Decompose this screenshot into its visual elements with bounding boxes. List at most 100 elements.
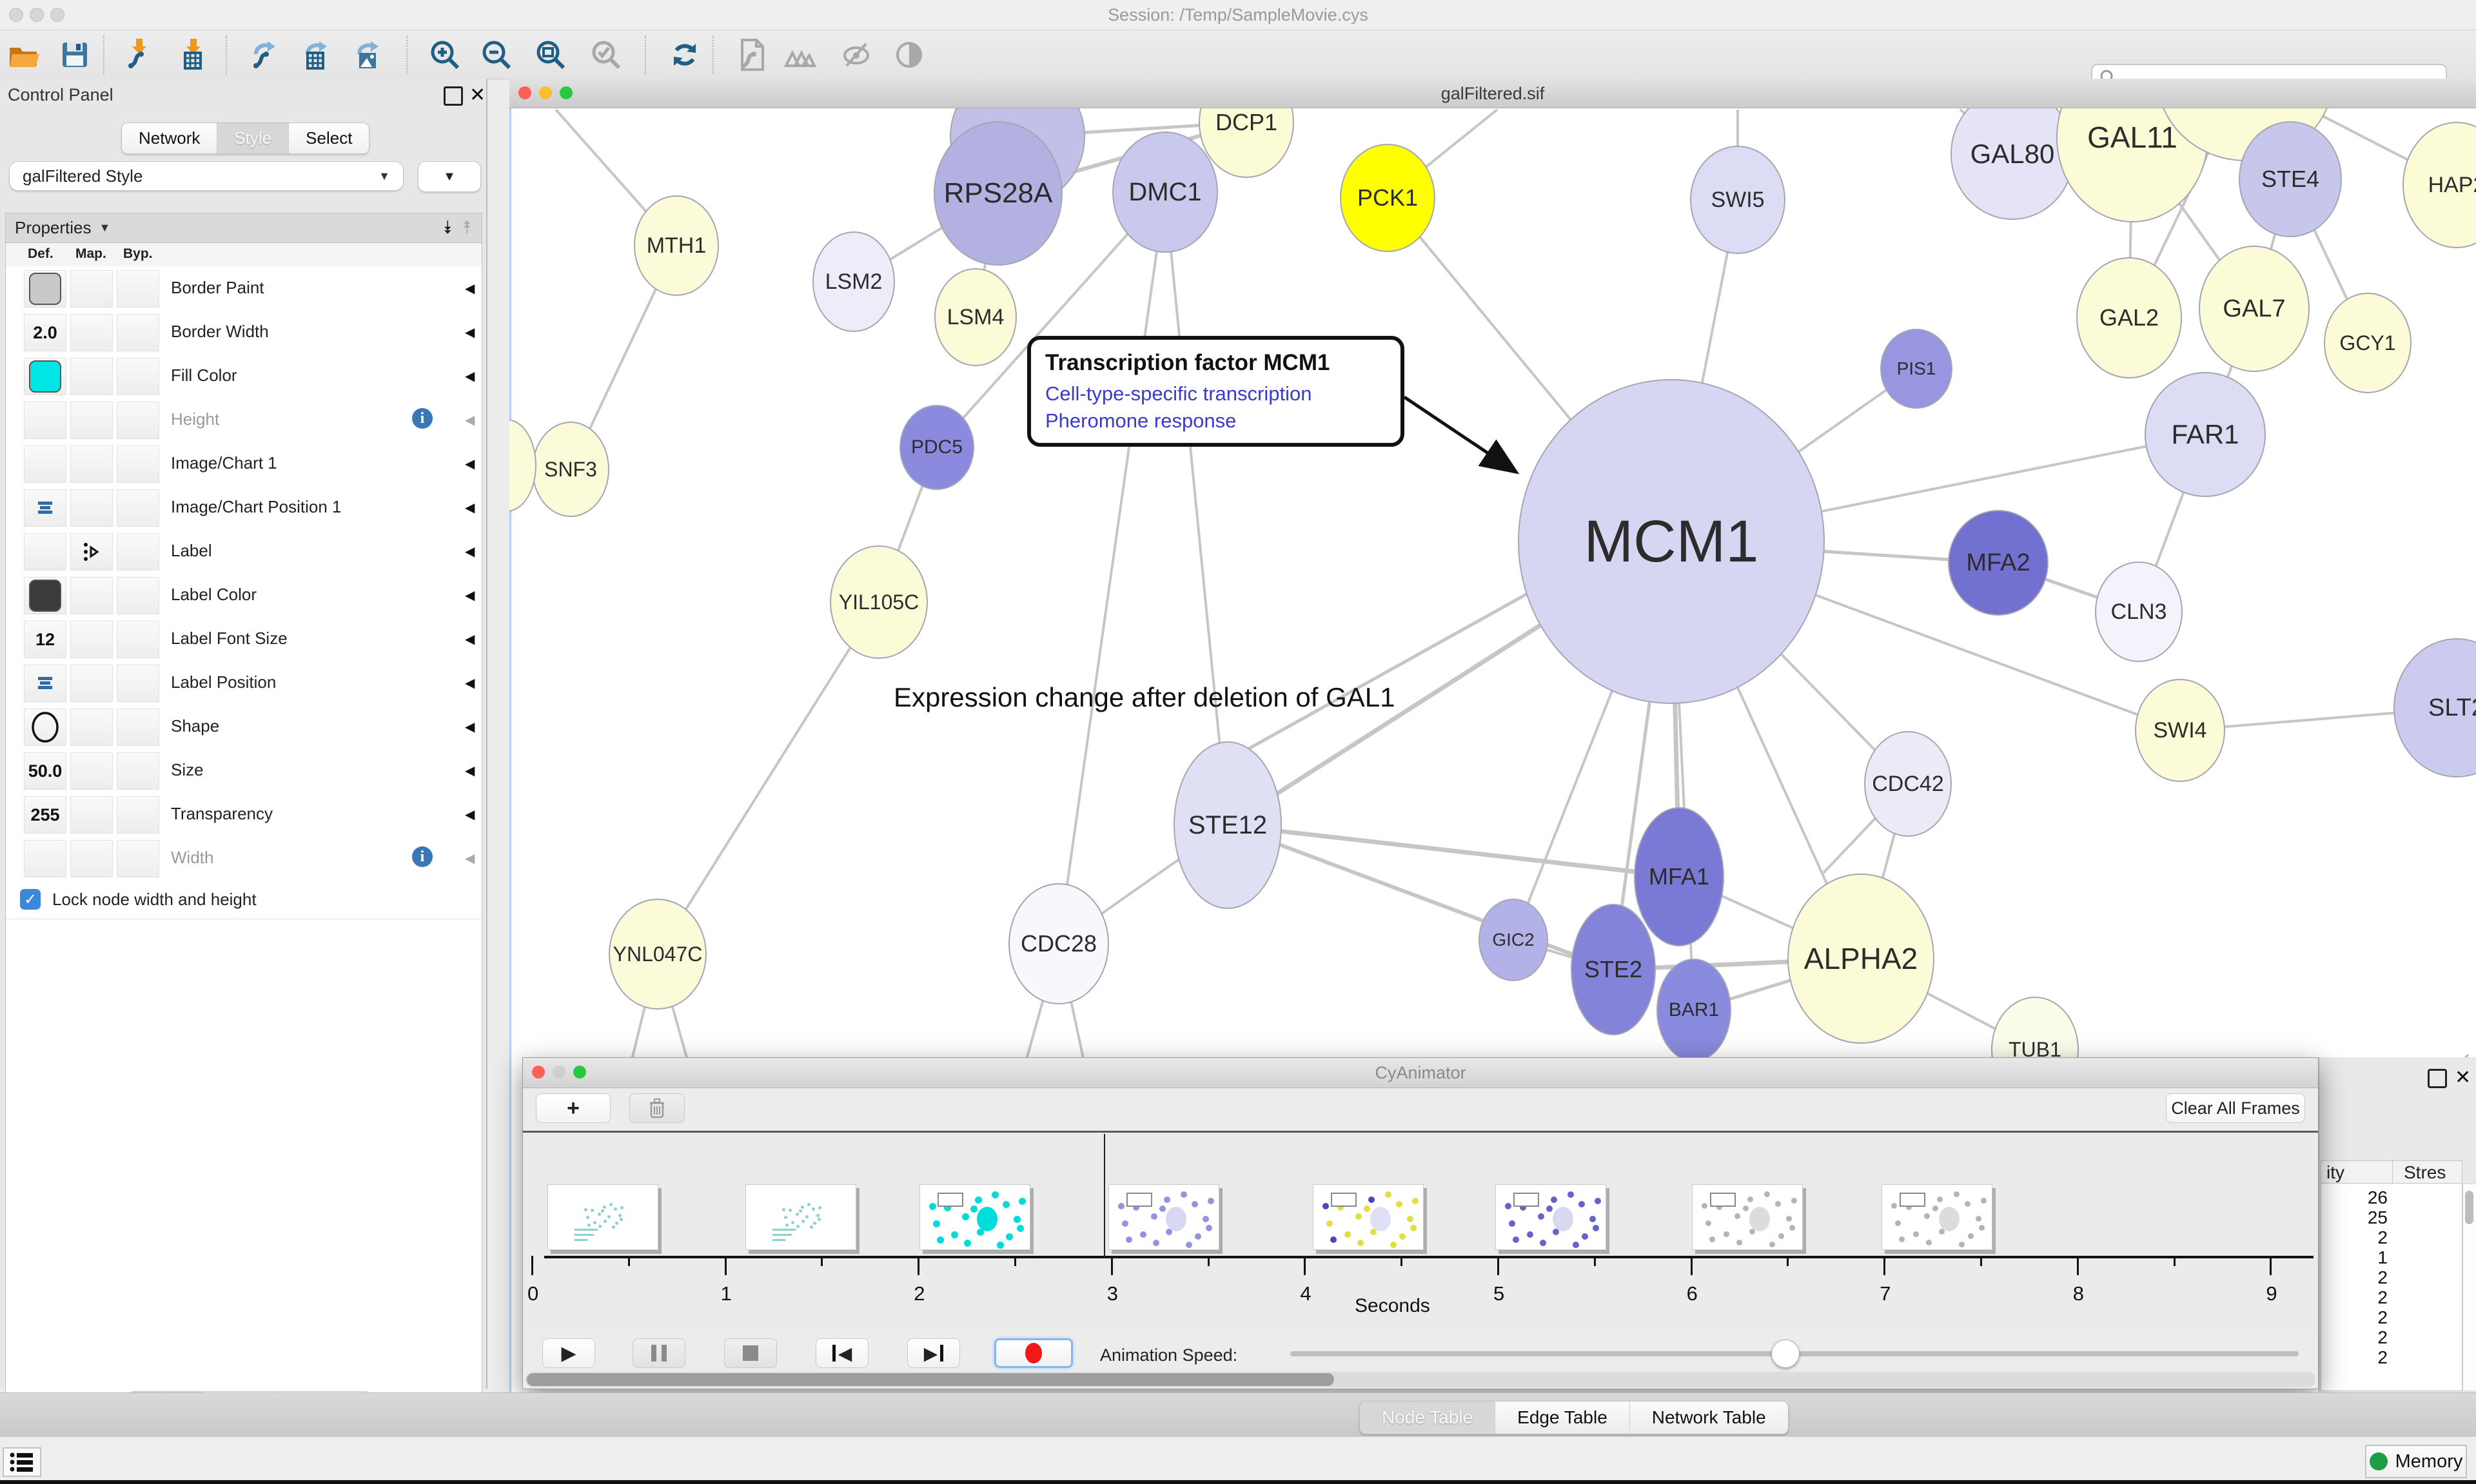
def-cell[interactable]: 50.0: [24, 752, 66, 790]
node-DMC1[interactable]: DMC1: [1112, 132, 1218, 253]
timeline-scrollbar[interactable]: [526, 1372, 2315, 1387]
network-titlebar[interactable]: galFiltered.sif: [509, 79, 2476, 108]
expand-row-icon[interactable]: ◀: [465, 324, 475, 340]
zoom-fit-icon[interactable]: [533, 37, 569, 73]
float-panel-icon[interactable]: [2428, 1069, 2447, 1088]
animation-speed-thumb[interactable]: [1771, 1340, 1800, 1368]
expand-row-icon[interactable]: ◀: [465, 456, 475, 472]
node-ALPHA2[interactable]: ALPHA2: [1787, 874, 1934, 1044]
property-row-fill-color[interactable]: Fill Color ◀: [6, 354, 482, 398]
property-row-label-font-size[interactable]: 12 Label Font Size ◀: [6, 617, 482, 661]
def-cell[interactable]: 12: [24, 621, 66, 658]
session-frames-icon[interactable]: [781, 37, 818, 73]
def-cell[interactable]: [24, 445, 66, 483]
skip-to-end-button[interactable]: ▶: [907, 1338, 960, 1368]
map-cell[interactable]: [70, 445, 113, 483]
frame-thumbnail-0[interactable]: [547, 1184, 658, 1250]
annotation-link[interactable]: Cell-type-specific transcription: [1045, 382, 1386, 405]
tab-node-table[interactable]: Node Table: [1360, 1401, 1495, 1434]
close-panel-icon[interactable]: ✕: [2455, 1066, 2471, 1089]
expand-row-icon[interactable]: ◀: [465, 543, 475, 560]
byp-cell[interactable]: [117, 665, 159, 702]
byp-cell[interactable]: [117, 796, 159, 834]
table-value[interactable]: 2: [2377, 1347, 2388, 1368]
node-MFA2[interactable]: MFA2: [1948, 510, 2049, 616]
def-cell[interactable]: [24, 270, 66, 308]
node-SWI4[interactable]: SWI4: [2135, 679, 2225, 782]
expand-row-icon[interactable]: ◀: [465, 500, 475, 516]
expand-row-icon[interactable]: ◀: [465, 587, 475, 603]
lock-size-row[interactable]: ✓ Lock node width and height: [6, 880, 482, 919]
node-CDC28[interactable]: CDC28: [1008, 883, 1109, 1004]
table-scrollbar-thumb[interactable]: [2465, 1191, 2473, 1224]
cyanimator-titlebar[interactable]: CyAnimator: [523, 1058, 2318, 1088]
table-value[interactable]: 2: [2377, 1307, 2388, 1328]
tab-style[interactable]: Style: [217, 123, 289, 153]
map-cell[interactable]: [70, 402, 113, 439]
node-PIS1[interactable]: PIS1: [1880, 329, 1952, 409]
node-RPS28A[interactable]: RPS28A: [934, 121, 1063, 266]
byp-cell[interactable]: [117, 314, 159, 351]
node-MCM1[interactable]: MCM1: [1518, 379, 1825, 704]
hide-details-icon[interactable]: [838, 37, 874, 73]
close-panel-icon[interactable]: ✕: [469, 84, 486, 106]
toggle-rendering-icon[interactable]: [891, 37, 927, 73]
table-col-stress[interactable]: Stres: [2404, 1162, 2446, 1183]
frame-thumbnail-3[interactable]: [1108, 1184, 1219, 1250]
task-history-button[interactable]: [3, 1447, 41, 1477]
node-MFA1[interactable]: MFA1: [1634, 807, 1724, 946]
byp-cell[interactable]: [117, 577, 159, 614]
node-YIL105C[interactable]: YIL105C: [830, 545, 928, 659]
playhead[interactable]: [1104, 1134, 1105, 1258]
byp-cell[interactable]: [117, 708, 159, 746]
map-cell[interactable]: [70, 840, 113, 877]
table-value[interactable]: 2: [2377, 1327, 2388, 1348]
expand-row-icon[interactable]: ◀: [465, 412, 475, 428]
def-cell[interactable]: 255: [24, 796, 66, 834]
def-cell[interactable]: [24, 708, 66, 746]
node-GCY1[interactable]: GCY1: [2324, 293, 2412, 393]
expand-row-icon[interactable]: ◀: [465, 631, 475, 647]
byp-cell[interactable]: [117, 270, 159, 308]
skip-to-start-button[interactable]: ◀: [816, 1338, 869, 1368]
export-table-icon[interactable]: [298, 37, 334, 73]
byp-cell[interactable]: [117, 840, 159, 877]
clear-all-frames-button[interactable]: Clear All Frames: [2166, 1093, 2305, 1123]
property-row-transparency[interactable]: 255 Transparency ◀: [6, 792, 482, 837]
zoom-selected-icon[interactable]: [588, 37, 624, 73]
tab-select[interactable]: Select: [289, 123, 369, 153]
property-row-border-width[interactable]: 2.0 Border Width ◀: [6, 310, 482, 355]
property-row-shape[interactable]: Shape ◀: [6, 705, 482, 749]
frame-thumbnail-5[interactable]: [1495, 1184, 1606, 1250]
map-cell[interactable]: [70, 489, 113, 527]
node-LSM4[interactable]: LSM4: [934, 268, 1017, 366]
memory-button[interactable]: Memory: [2365, 1445, 2467, 1478]
timeline[interactable]: 0 1 2 3 4 5 6 7 8 9 Seconds: [523, 1131, 2318, 1331]
node-PDC5[interactable]: PDC5: [899, 405, 974, 490]
property-row-width[interactable]: Width i ◀: [6, 836, 482, 881]
property-row-border-paint[interactable]: Border Paint ◀: [6, 266, 482, 311]
info-icon[interactable]: i: [412, 846, 433, 867]
annotation-link[interactable]: Pheromone response: [1045, 409, 1386, 433]
node-LSM2[interactable]: LSM2: [812, 231, 895, 332]
expand-row-icon[interactable]: ◀: [465, 368, 475, 384]
map-cell[interactable]: [70, 358, 113, 395]
expand-row-icon[interactable]: ◀: [465, 763, 475, 779]
property-row-label-color[interactable]: Label Color ◀: [6, 573, 482, 618]
node-GAL7[interactable]: GAL7: [2199, 246, 2310, 372]
frame-thumbnail-6[interactable]: [1692, 1184, 1803, 1250]
property-row-image-chart-1[interactable]: Image/Chart 1 ◀: [6, 442, 482, 486]
style-selector[interactable]: galFiltered Style ▼: [9, 161, 404, 191]
tab-network-table[interactable]: Network Table: [1630, 1401, 1788, 1434]
property-row-image-chart-position-1[interactable]: Image/Chart Position 1 ◀: [6, 485, 482, 530]
byp-cell[interactable]: [117, 533, 159, 571]
byp-cell[interactable]: [117, 358, 159, 395]
node-CLN3[interactable]: CLN3: [2095, 561, 2183, 662]
def-cell[interactable]: [24, 840, 66, 877]
def-cell[interactable]: [24, 577, 66, 614]
stop-button[interactable]: [724, 1338, 777, 1368]
map-cell[interactable]: [70, 665, 113, 702]
property-row-height[interactable]: Height i ◀: [6, 398, 482, 442]
frame-thumbnail-2[interactable]: [919, 1184, 1030, 1250]
expand-row-icon[interactable]: ◀: [465, 806, 475, 823]
